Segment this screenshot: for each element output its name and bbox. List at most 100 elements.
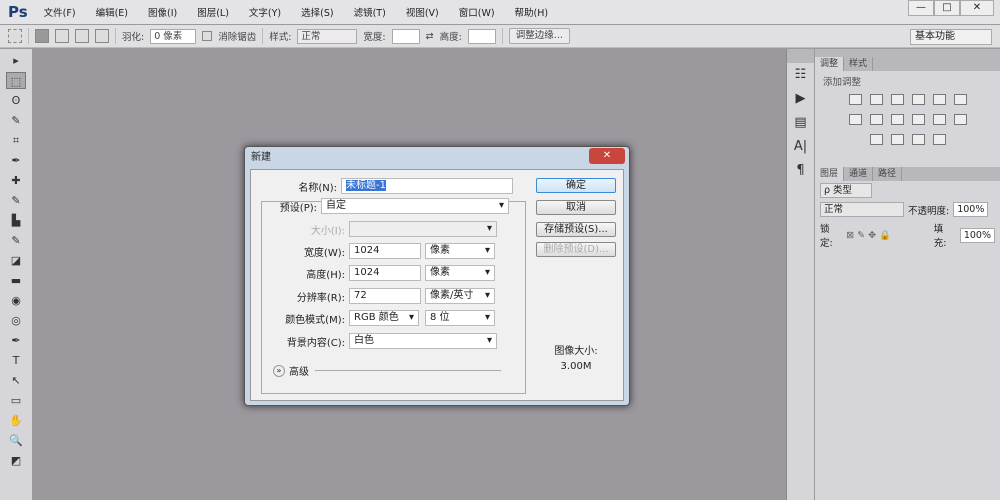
menu-type[interactable]: 文字(Y) [249, 5, 281, 19]
width-input[interactable] [391, 28, 420, 44]
antialias-checkbox[interactable] [202, 31, 213, 41]
bit-depth-select[interactable]: 8 位 [425, 310, 495, 326]
ps-logo: Ps [8, 3, 28, 21]
adjustment-7-icon[interactable] [869, 114, 883, 125]
ok-button[interactable]: 确定 [536, 178, 616, 193]
adjustment-11-icon[interactable] [953, 114, 967, 125]
menu-edit[interactable]: 编辑(E) [96, 5, 128, 19]
maximize-button[interactable]: □ [934, 0, 960, 16]
height-input[interactable]: 1024 [349, 265, 421, 281]
style-select[interactable]: 正常 [297, 28, 358, 44]
marquee-preset-icon[interactable] [8, 29, 22, 43]
workspace-select[interactable]: 基本功能 [910, 29, 992, 45]
preset-select[interactable]: 自定 [321, 198, 509, 214]
height-unit-select[interactable]: 像素 [425, 265, 495, 281]
tab-channels[interactable]: 通道 [844, 167, 874, 181]
height-input[interactable] [467, 28, 496, 44]
tool-5-icon[interactable]: ✒ [6, 152, 26, 169]
actions-icon[interactable]: ▶ [787, 87, 814, 111]
menu-select[interactable]: 选择(S) [301, 5, 333, 19]
tool-3-icon[interactable]: ✎ [6, 112, 26, 129]
new-selection-icon[interactable] [35, 29, 49, 43]
layer-kind-filter[interactable]: ρ 类型 [820, 183, 872, 198]
fill-input[interactable]: 100% [959, 227, 996, 243]
adjustment-14-icon[interactable] [911, 134, 925, 145]
add-selection-icon[interactable] [55, 29, 69, 43]
menu-file[interactable]: 文件(F) [44, 5, 76, 19]
tool-17-icon[interactable]: ▭ [6, 392, 26, 409]
adjustment-0-icon[interactable] [848, 94, 862, 105]
adjustment-4-icon[interactable] [932, 94, 946, 105]
adjustment-8-icon[interactable] [890, 114, 904, 125]
tab-styles[interactable]: 样式 [844, 57, 874, 71]
color-mode-select[interactable]: RGB 颜色 [349, 310, 419, 326]
dialog-close-button[interactable]: ✕ [589, 148, 625, 164]
tab-paths[interactable]: 路径 [873, 167, 903, 181]
cancel-button[interactable]: 取消 [536, 200, 616, 215]
tool-8-icon[interactable]: ▙ [6, 212, 26, 229]
size-select[interactable] [349, 221, 497, 237]
tool-1-icon[interactable]: ⬚ [6, 72, 26, 89]
tool-14-icon[interactable]: ✒ [6, 332, 26, 349]
tool-19-icon[interactable]: 🔍 [6, 432, 26, 449]
adjustment-5-icon[interactable] [953, 94, 967, 105]
intersect-selection-icon[interactable] [95, 29, 109, 43]
tool-7-icon[interactable]: ✎ [6, 192, 26, 209]
adjustment-13-icon[interactable] [890, 134, 904, 145]
menu-layer[interactable]: 图层(L) [197, 5, 229, 19]
opacity-label: 不透明度: [908, 205, 950, 217]
adjustment-6-icon[interactable] [848, 114, 862, 125]
tool-0-icon[interactable]: ▸ [6, 52, 26, 69]
opacity-input[interactable]: 100% [953, 202, 989, 217]
advanced-toggle-icon[interactable]: » [273, 364, 285, 377]
tool-15-icon[interactable]: T [6, 352, 26, 369]
refine-edge-button[interactable]: 调整边缘... [508, 28, 570, 44]
adjustment-3-icon[interactable] [911, 94, 925, 105]
resolution-unit-select[interactable]: 像素/英寸 [425, 288, 495, 304]
save-preset-button[interactable]: 存储预设(S)... [536, 222, 616, 237]
paragraph-icon[interactable]: ¶ [787, 159, 814, 183]
tool-9-icon[interactable]: ✎ [6, 232, 26, 249]
tab-adjustments[interactable]: 调整 [815, 57, 845, 71]
swap-icon[interactable]: ⇄ [426, 31, 434, 42]
width-input[interactable]: 1024 [349, 243, 421, 259]
tool-20-icon[interactable]: ◩ [6, 452, 26, 469]
subtract-selection-icon[interactable] [75, 29, 89, 43]
tool-16-icon[interactable]: ↖ [6, 372, 26, 389]
lock-icons[interactable]: ⊠ ✎ ✥ 🔒 [846, 230, 930, 241]
width-unit-select[interactable]: 像素 [425, 243, 495, 259]
tool-6-icon[interactable]: ✚ [6, 172, 26, 189]
adjustment-9-icon[interactable] [911, 114, 925, 125]
background-select[interactable]: 白色 [349, 333, 497, 349]
tool-12-icon[interactable]: ◉ [6, 292, 26, 309]
adjustment-15-icon[interactable] [932, 134, 946, 145]
layer-comps-icon[interactable]: ▤ [787, 111, 814, 135]
tool-11-icon[interactable]: ▬ [6, 272, 26, 289]
feather-input[interactable]: 0 像素 [150, 28, 197, 44]
adjustment-10-icon[interactable] [932, 114, 946, 125]
adjustment-2-icon[interactable] [890, 94, 904, 105]
adjustment-12-icon[interactable] [869, 134, 883, 145]
menu-filter[interactable]: 滤镜(T) [354, 5, 386, 19]
tool-2-icon[interactable]: ʘ [6, 92, 26, 109]
adjustment-1-icon[interactable] [869, 94, 883, 105]
history-icon[interactable]: ☷ [787, 63, 814, 87]
menu-help[interactable]: 帮助(H) [515, 5, 549, 19]
image-size-value: 3.00M [560, 361, 592, 372]
close-button[interactable]: ✕ [960, 0, 994, 16]
tool-4-icon[interactable]: ⌗ [6, 132, 26, 149]
menu-image[interactable]: 图像(I) [148, 5, 177, 19]
menu-window[interactable]: 窗口(W) [459, 5, 495, 19]
minimize-button[interactable]: — [908, 0, 934, 16]
advanced-label[interactable]: 高级 [289, 363, 309, 378]
delete-preset-button[interactable]: 删除预设(D)... [536, 242, 616, 257]
menu-view[interactable]: 视图(V) [406, 5, 439, 19]
blend-mode-select[interactable]: 正常 [820, 202, 904, 217]
tool-10-icon[interactable]: ◪ [6, 252, 26, 269]
character-icon[interactable]: A| [787, 135, 814, 159]
resolution-input[interactable]: 72 [349, 288, 421, 304]
name-input[interactable]: 未标题-1 [341, 178, 513, 194]
tool-18-icon[interactable]: ✋ [6, 412, 26, 429]
tool-13-icon[interactable]: ◎ [6, 312, 26, 329]
tab-layers[interactable]: 图层 [815, 167, 845, 181]
